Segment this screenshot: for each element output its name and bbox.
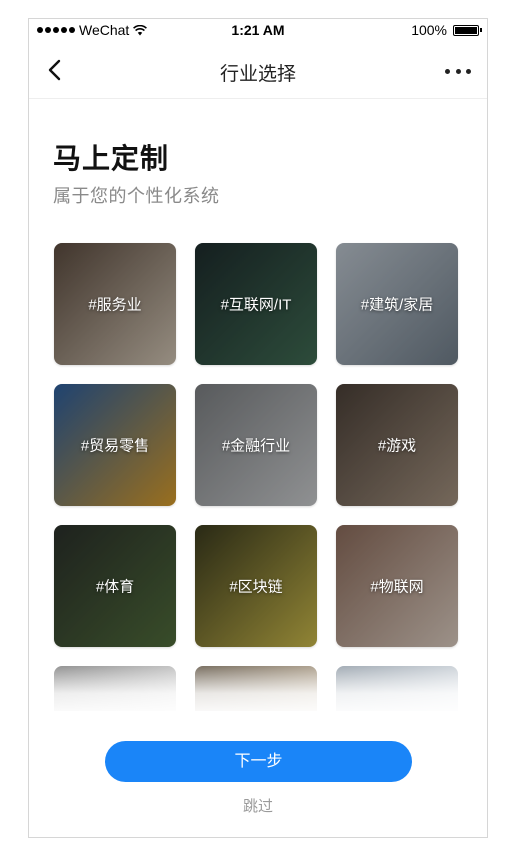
status-right: 100% [411,22,482,38]
more-dot [466,68,471,74]
industry-label: #建筑/家居 [360,296,434,314]
nav-bar: 行业选择 [29,41,487,99]
more-button[interactable] [445,63,471,79]
more-dot [455,68,461,74]
industry-tile[interactable]: #游戏 [336,384,458,506]
industry-label: #金融行业 [221,437,291,455]
industry-tile[interactable]: #贸易零售 [54,384,176,506]
industry-tile[interactable]: #物联网 [336,525,458,647]
industry-tile[interactable]: #区块链 [195,525,317,647]
scroll-fade [54,663,458,718]
status-bar: WeChat 1:21 AM 100% [29,19,487,41]
battery-icon [453,24,482,36]
industry-label: #互联网/IT [220,296,292,314]
more-dot [445,68,450,74]
industry-tile[interactable]: #金融行业 [195,384,317,506]
page-subtitle: 属于您的个性化系统 [53,186,220,206]
industry-label: #服务业 [88,296,142,314]
industry-tile[interactable]: #体育 [54,525,176,647]
industry-label: #贸易零售 [80,437,150,455]
industry-label: #体育 [95,578,135,596]
industry-label: #区块链 [229,578,283,596]
next-button[interactable]: 下一步 [105,741,412,782]
industry-label: #游戏 [377,437,417,455]
battery-percent: 100% [411,22,447,38]
industry-tile[interactable]: #建筑/家居 [336,243,458,365]
page-title: 马上定制 [53,143,170,174]
industry-label: #物联网 [370,578,424,596]
nav-title: 行业选择 [219,64,296,85]
skip-link[interactable]: 跳过 [29,795,487,816]
industry-tile[interactable]: #互联网/IT [195,243,317,365]
industry-tile[interactable]: #服务业 [54,243,176,365]
phone-screen: WeChat 1:21 AM 100% 行业选择 马上定制 属于您的个性化系统 … [28,18,488,838]
